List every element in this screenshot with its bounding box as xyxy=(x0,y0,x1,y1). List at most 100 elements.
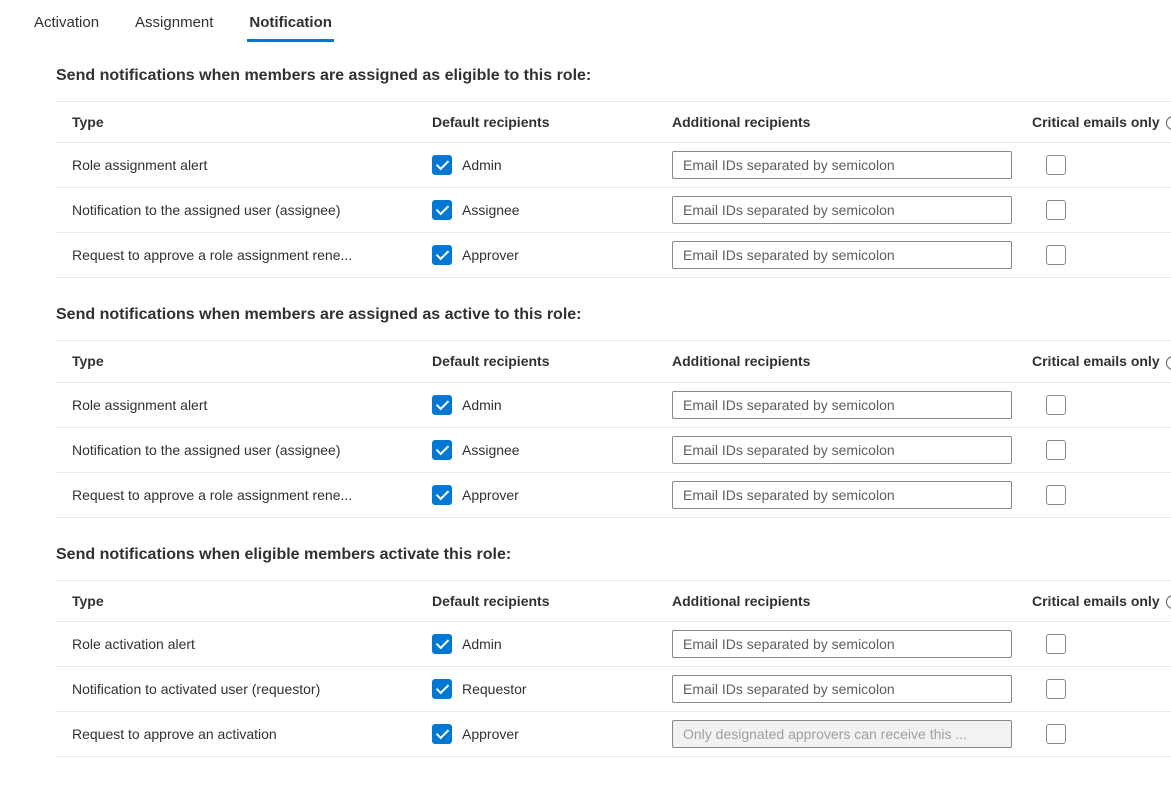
column-header-critical-emails-only: Critical emails only xyxy=(1032,353,1171,369)
notification-type-label: Request to approve an activation xyxy=(72,726,432,742)
column-header-type: Type xyxy=(72,593,432,609)
notification-row: Request to approve a role assignment ren… xyxy=(56,473,1171,518)
critical-emails-cell xyxy=(1032,485,1171,505)
additional-recipients-cell xyxy=(672,241,1032,269)
default-recipients-cell: Approver xyxy=(432,485,672,505)
notification-settings-content: Send notifications when members are assi… xyxy=(0,43,1171,757)
tab-notification[interactable]: Notification xyxy=(247,8,334,42)
default-recipients-cell: Admin xyxy=(432,155,672,175)
section-title: Send notifications when eligible members… xyxy=(56,546,1171,564)
default-recipients-cell: Assignee xyxy=(432,200,672,220)
critical-emails-cell xyxy=(1032,155,1171,175)
notification-row: Request to approve a role assignment ren… xyxy=(56,233,1171,278)
additional-recipients-cell xyxy=(672,196,1032,224)
notification-type-label: Request to approve a role assignment ren… xyxy=(72,487,432,503)
additional-recipients-cell xyxy=(672,720,1032,748)
notification-type-label: Role activation alert xyxy=(72,636,432,652)
default-recipient-label: Requestor xyxy=(462,681,527,697)
default-recipient-checkbox[interactable] xyxy=(432,485,452,505)
critical-emails-checkbox[interactable] xyxy=(1046,395,1066,415)
default-recipient-checkbox[interactable] xyxy=(432,724,452,744)
additional-recipients-input[interactable] xyxy=(672,630,1012,658)
default-recipients-cell: Admin xyxy=(432,395,672,415)
tab-activation[interactable]: Activation xyxy=(32,8,101,42)
critical-emails-checkbox[interactable] xyxy=(1046,155,1066,175)
grid-header: TypeDefault recipientsAdditional recipie… xyxy=(56,580,1171,622)
notification-type-label: Role assignment alert xyxy=(72,397,432,413)
notification-section: Send notifications when members are assi… xyxy=(56,67,1171,278)
default-recipients-cell: Approver xyxy=(432,245,672,265)
notification-type-label: Notification to the assigned user (assig… xyxy=(72,442,432,458)
additional-recipients-cell xyxy=(672,151,1032,179)
additional-recipients-cell xyxy=(672,675,1032,703)
grid-header: TypeDefault recipientsAdditional recipie… xyxy=(56,340,1171,382)
additional-recipients-input[interactable] xyxy=(672,151,1012,179)
default-recipients-cell: Requestor xyxy=(432,679,672,699)
notification-grid: TypeDefault recipientsAdditional recipie… xyxy=(56,101,1171,278)
info-icon[interactable] xyxy=(1166,595,1171,609)
critical-emails-checkbox[interactable] xyxy=(1046,485,1066,505)
section-title: Send notifications when members are assi… xyxy=(56,306,1171,324)
critical-emails-checkbox[interactable] xyxy=(1046,200,1066,220)
notification-section: Send notifications when eligible members… xyxy=(56,546,1171,757)
info-icon[interactable] xyxy=(1166,356,1171,370)
column-header-default-recipients: Default recipients xyxy=(432,353,672,369)
default-recipient-checkbox[interactable] xyxy=(432,395,452,415)
default-recipient-checkbox[interactable] xyxy=(432,155,452,175)
default-recipient-checkbox[interactable] xyxy=(432,200,452,220)
notification-type-label: Notification to the assigned user (assig… xyxy=(72,202,432,218)
default-recipient-label: Assignee xyxy=(462,202,520,218)
default-recipients-cell: Admin xyxy=(432,634,672,654)
notification-row: Role assignment alertAdmin xyxy=(56,143,1171,188)
critical-emails-checkbox[interactable] xyxy=(1046,245,1066,265)
additional-recipients-cell xyxy=(672,481,1032,509)
section-title: Send notifications when members are assi… xyxy=(56,67,1171,85)
critical-emails-cell xyxy=(1032,395,1171,415)
critical-emails-cell xyxy=(1032,440,1171,460)
notification-type-label: Request to approve a role assignment ren… xyxy=(72,247,432,263)
critical-emails-checkbox[interactable] xyxy=(1046,724,1066,744)
grid-header: TypeDefault recipientsAdditional recipie… xyxy=(56,101,1171,143)
column-header-additional-recipients: Additional recipients xyxy=(672,353,1032,369)
additional-recipients-input[interactable] xyxy=(672,675,1012,703)
additional-recipients-cell xyxy=(672,436,1032,464)
notification-row: Notification to the assigned user (assig… xyxy=(56,188,1171,233)
notification-row: Role assignment alert Admin xyxy=(56,383,1171,428)
additional-recipients-input[interactable] xyxy=(672,196,1012,224)
additional-recipients-input[interactable] xyxy=(672,481,1012,509)
critical-emails-cell xyxy=(1032,200,1171,220)
default-recipient-checkbox[interactable] xyxy=(432,634,452,654)
critical-emails-checkbox[interactable] xyxy=(1046,440,1066,460)
critical-emails-cell xyxy=(1032,245,1171,265)
critical-emails-checkbox[interactable] xyxy=(1046,679,1066,699)
default-recipient-label: Approver xyxy=(462,487,519,503)
default-recipients-cell: Assignee xyxy=(432,440,672,460)
info-icon[interactable] xyxy=(1166,116,1171,130)
tab-assignment[interactable]: Assignment xyxy=(133,8,215,42)
notification-section: Send notifications when members are assi… xyxy=(56,306,1171,517)
column-header-critical-emails-only: Critical emails only xyxy=(1032,593,1171,609)
critical-emails-checkbox[interactable] xyxy=(1046,634,1066,654)
additional-recipients-cell xyxy=(672,630,1032,658)
additional-recipients-input[interactable] xyxy=(672,391,1012,419)
column-header-default-recipients: Default recipients xyxy=(432,114,672,130)
default-recipient-checkbox[interactable] xyxy=(432,245,452,265)
default-recipient-checkbox[interactable] xyxy=(432,679,452,699)
column-header-additional-recipients: Additional recipients xyxy=(672,593,1032,609)
critical-emails-cell xyxy=(1032,679,1171,699)
default-recipient-label: Admin xyxy=(462,397,502,413)
default-recipient-checkbox[interactable] xyxy=(432,440,452,460)
critical-emails-cell xyxy=(1032,724,1171,744)
default-recipient-label: Approver xyxy=(462,247,519,263)
default-recipient-label: Assignee xyxy=(462,442,520,458)
additional-recipients-input[interactable] xyxy=(672,241,1012,269)
additional-recipients-input[interactable] xyxy=(672,436,1012,464)
column-header-critical-emails-only: Critical emails only xyxy=(1032,114,1171,130)
default-recipient-label: Admin xyxy=(462,636,502,652)
column-header-type: Type xyxy=(72,114,432,130)
notification-row: Notification to activated user (requesto… xyxy=(56,667,1171,712)
column-header-additional-recipients: Additional recipients xyxy=(672,114,1032,130)
default-recipient-label: Approver xyxy=(462,726,519,742)
notification-row: Notification to the assigned user (assig… xyxy=(56,428,1171,473)
additional-recipients-cell xyxy=(672,391,1032,419)
